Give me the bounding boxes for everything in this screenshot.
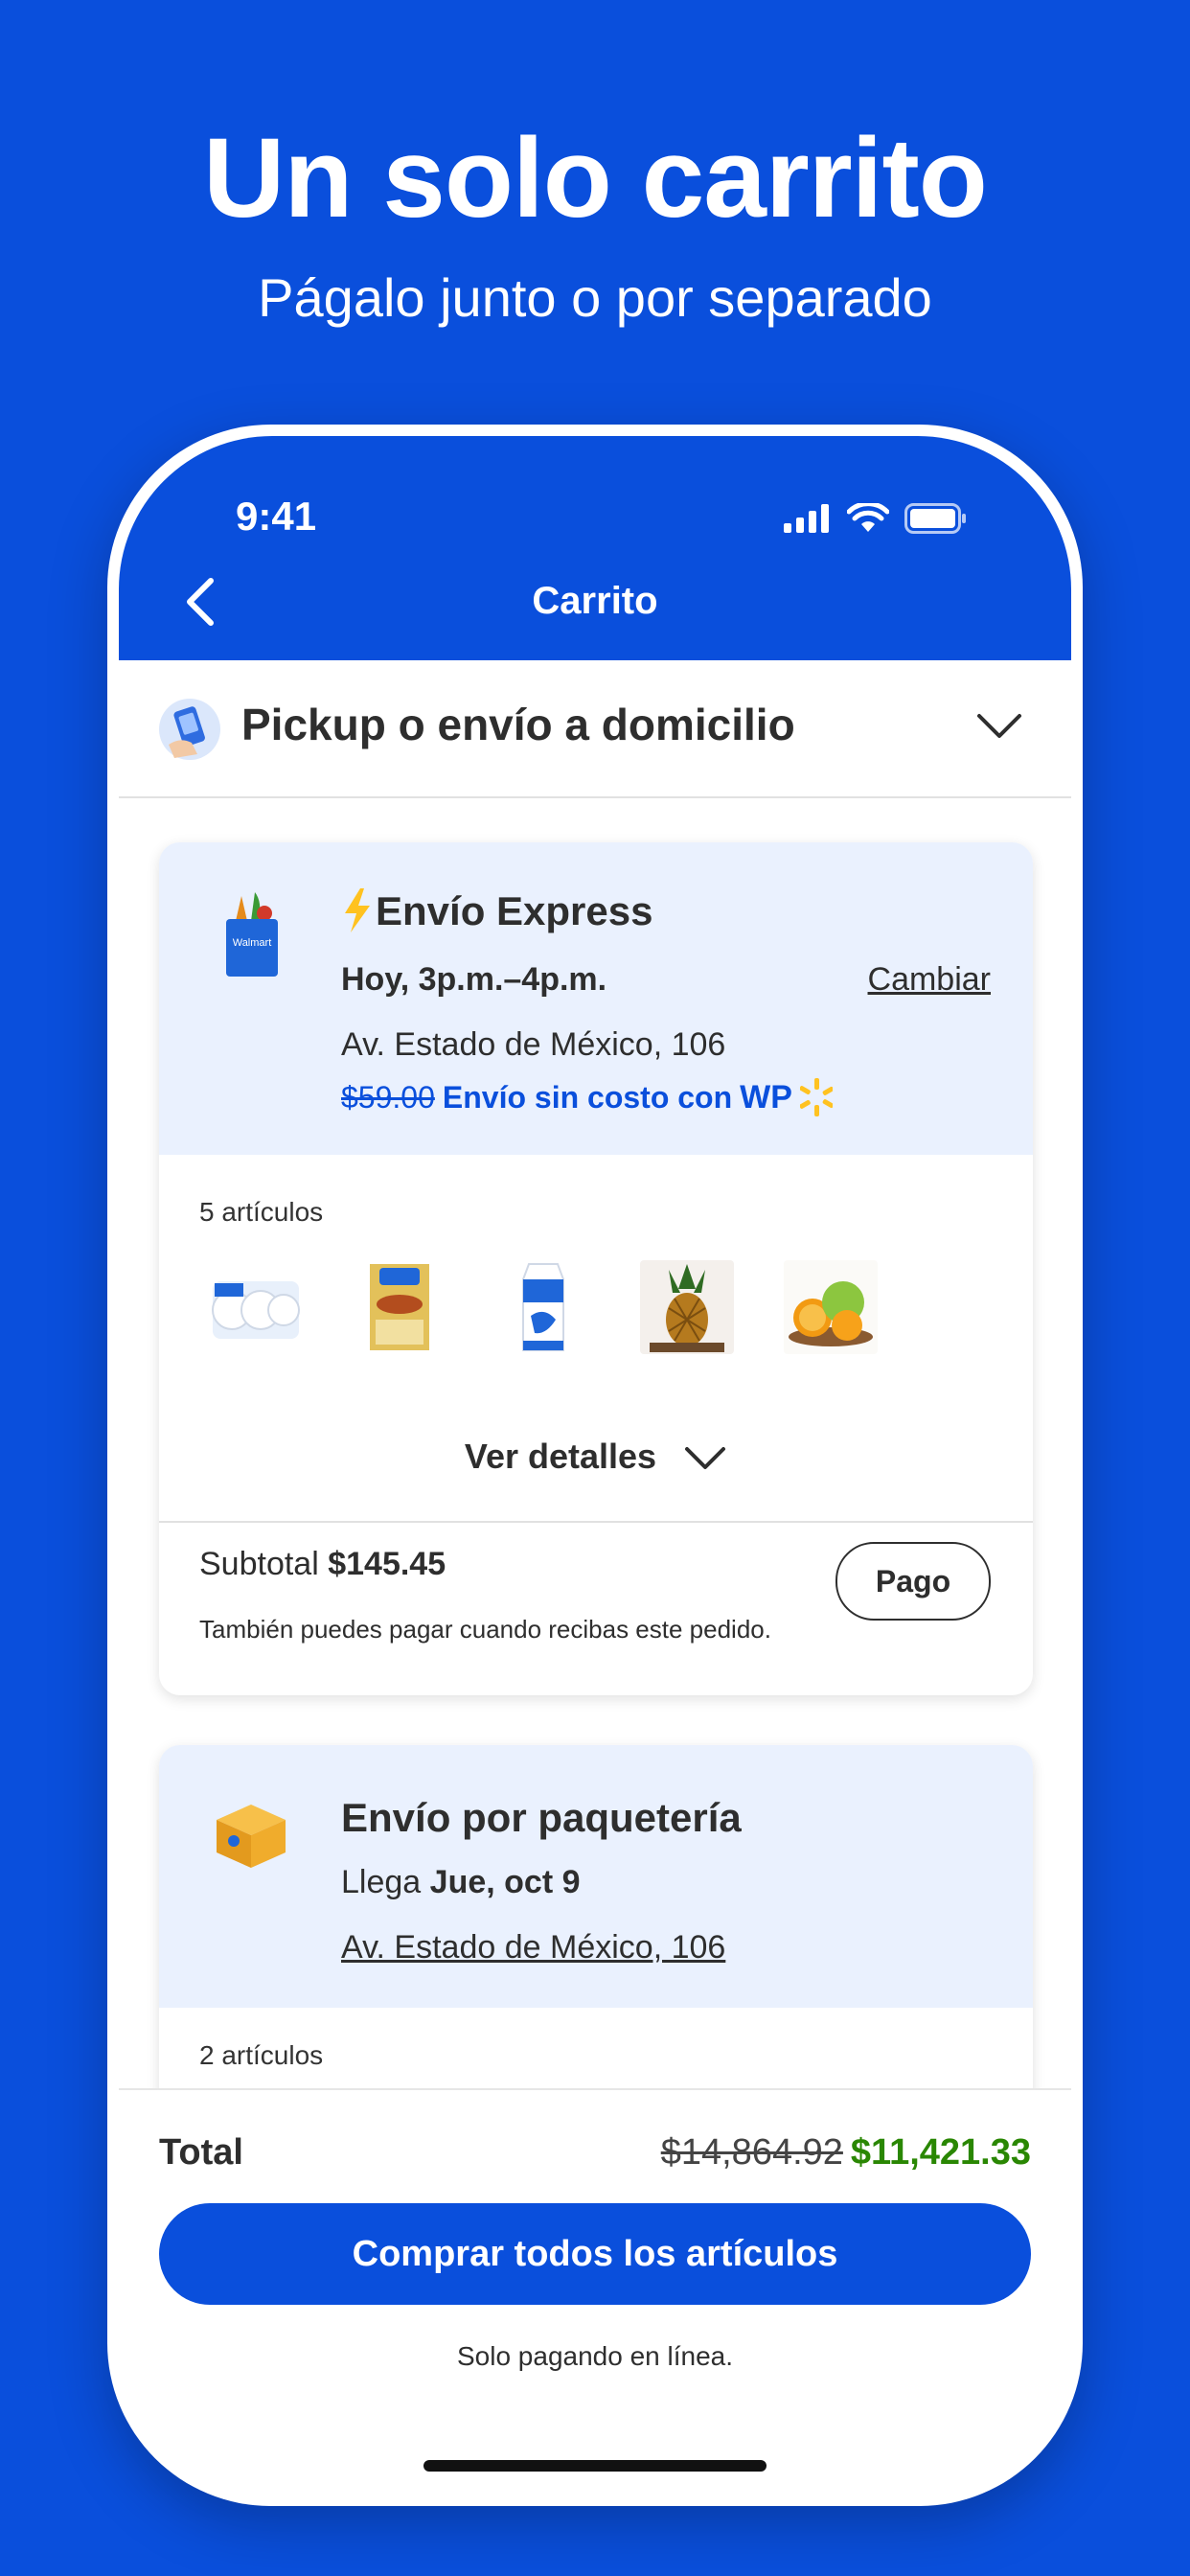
parcel-title: Envío por paquetería [341, 1795, 742, 1840]
product-tostadas[interactable] [353, 1260, 446, 1354]
package-box-icon [217, 1805, 286, 1868]
item-thumbnails [209, 1260, 878, 1354]
online-payment-note: Solo pagando en línea. [456, 2341, 734, 2371]
battery-icon [904, 503, 966, 534]
home-indicator[interactable] [423, 2460, 767, 2472]
status-icons [784, 499, 968, 538]
pay-on-delivery-note: También puedes pagar cuando recibas este… [199, 1615, 771, 1644]
phone-screen: 9:41 Carrito Pickup o envío a domicilio … [119, 436, 1071, 2495]
old-total: $14,864.92 [660, 2132, 843, 2173]
parcel-order-card: Envío por paquetería Llega Jue, oct 9 Av… [159, 1745, 1033, 2148]
checkout-sheet: Total $14,864.92 $11,421.33 Comprar todos… [119, 2088, 1071, 2495]
free-shipping-text: Envío sin costo con [442, 1079, 733, 1115]
change-slot-link[interactable]: Cambiar [868, 961, 991, 999]
product-oranges[interactable] [784, 1260, 878, 1354]
wifi-icon [847, 503, 889, 532]
top-bar: 9:41 Carrito [119, 436, 1071, 660]
arrival-date: Jue, oct 9 [429, 1864, 581, 1900]
chevron-down-icon [685, 1447, 726, 1470]
pay-button[interactable]: Pago [835, 1542, 991, 1621]
fulfillment-selector[interactable]: Pickup o envío a domicilio [119, 660, 1071, 798]
arrival-prefix: Llega [341, 1864, 422, 1900]
svg-text:Walmart: Walmart [233, 937, 272, 949]
buy-all-button[interactable]: Comprar todos los artículos [159, 2203, 1031, 2305]
fulfillment-label: Pickup o envío a domicilio [241, 700, 795, 749]
divider [159, 1521, 1033, 1523]
product-milk[interactable] [496, 1260, 590, 1354]
lightning-icon [345, 888, 370, 932]
hero-title: Un solo carrito [203, 115, 988, 242]
signal-icon [784, 504, 829, 533]
status-time: 9:41 [236, 494, 317, 539]
chevron-down-icon[interactable] [975, 710, 1023, 743]
old-shipping-fee: $59.00 [341, 1079, 435, 1115]
express-order-card: Walmart Envío Express Hoy, 3p.m.–4p.m. C… [159, 842, 1033, 1695]
subtotal-row: Subtotal $145.45 [199, 1546, 446, 1583]
new-total: $11,421.33 [850, 2132, 1031, 2173]
subtotal-value: $145.45 [328, 1546, 446, 1582]
view-details-label: Ver detalles [464, 1437, 657, 1476]
walmart-pass-logo: WP [740, 1078, 792, 1116]
item-count: 5 artículos [199, 1197, 324, 1227]
product-pineapple[interactable] [640, 1260, 734, 1354]
page-title: Carrito [532, 580, 658, 622]
view-details-toggle[interactable]: Ver detalles [159, 1437, 1033, 1477]
total-label: Total [159, 2132, 243, 2173]
express-title: Envío Express [376, 888, 653, 933]
arrival-date-row: Llega Jue, oct 9 [341, 1864, 581, 1901]
spark-icon [799, 1078, 833, 1116]
parcel-order-header: Envío por paquetería Llega Jue, oct 9 Av… [159, 1745, 1033, 2008]
delivery-slot: Hoy, 3p.m.–4p.m. [341, 961, 607, 998]
hero-subtitle: Págalo junto o por separado [258, 267, 932, 328]
free-shipping-row: $59.00 Envío sin costo con WP [341, 1078, 833, 1116]
product-paper-towels[interactable] [209, 1260, 303, 1354]
delivery-address: Av. Estado de México, 106 [341, 1026, 726, 1063]
pickup-phone-icon [159, 699, 220, 760]
total-prices: $14,864.92 $11,421.33 [661, 2132, 1031, 2174]
parcel-item-count: 2 artículos [199, 2040, 324, 2070]
shopping-bag-icon: Walmart [226, 892, 278, 977]
parcel-address-link[interactable]: Av. Estado de México, 106 [341, 1929, 725, 1966]
subtotal-label: Subtotal [199, 1546, 319, 1582]
express-order-header: Walmart Envío Express Hoy, 3p.m.–4p.m. C… [159, 842, 1033, 1155]
